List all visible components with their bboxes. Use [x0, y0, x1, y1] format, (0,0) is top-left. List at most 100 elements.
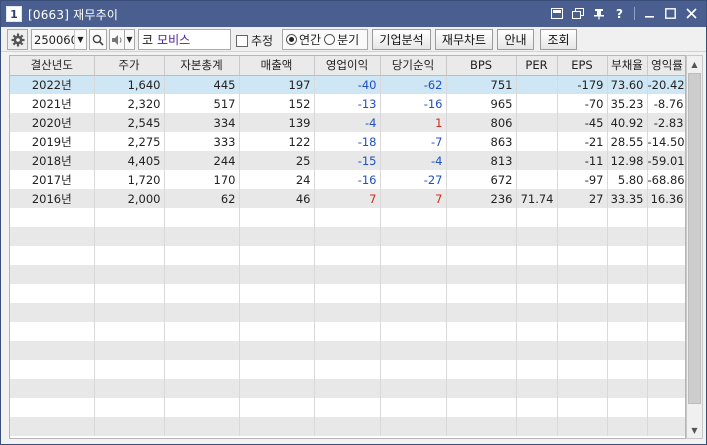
- maximize-icon[interactable]: [662, 5, 679, 22]
- table-cell: [516, 170, 558, 189]
- table-cell: 152: [239, 94, 315, 113]
- window-number-badge: 1: [6, 6, 22, 22]
- table-cell: [10, 398, 95, 417]
- title-bar[interactable]: 1 [0663] 재무추이 ?: [1, 1, 706, 27]
- col-header[interactable]: 주가: [94, 56, 165, 76]
- scroll-down-arrow-icon[interactable]: ▼: [687, 422, 702, 438]
- table-cell: -62: [380, 75, 447, 94]
- table-row[interactable]: [10, 265, 685, 284]
- table-cell: [557, 398, 608, 417]
- table-cell: [647, 322, 685, 341]
- table-cell: 4,405: [94, 151, 165, 170]
- col-header[interactable]: 매출액: [239, 56, 315, 76]
- estimate-checkbox[interactable]: [236, 34, 248, 47]
- table-cell: [516, 379, 558, 398]
- table-row[interactable]: [10, 360, 685, 379]
- table-row[interactable]: 2017년 1,720 170 24 -16 -27 672 -97 5.80 -68.86: [10, 170, 685, 189]
- table-cell: [516, 75, 558, 94]
- table-row[interactable]: [10, 208, 685, 227]
- financial-chart-button[interactable]: 재무차트: [435, 29, 493, 50]
- table-cell: [647, 303, 685, 322]
- table-row[interactable]: [10, 284, 685, 303]
- table-cell: [380, 398, 447, 417]
- table-cell: [557, 284, 608, 303]
- speaker-button[interactable]: [109, 29, 125, 50]
- vertical-scrollbar[interactable]: ▲ ▼: [686, 55, 703, 439]
- table-cell: -8.76: [647, 94, 685, 113]
- stock-code-input[interactable]: 250060: [31, 29, 78, 50]
- table-row[interactable]: [10, 417, 685, 436]
- col-header[interactable]: 결산년도: [10, 56, 95, 76]
- col-header[interactable]: PER: [516, 56, 558, 76]
- table-row[interactable]: [10, 246, 685, 265]
- table-row[interactable]: [10, 398, 685, 417]
- radio-quarter-label: 분기: [337, 33, 360, 47]
- query-button[interactable]: 조회: [540, 29, 577, 50]
- table-cell: [647, 265, 685, 284]
- table-cell: [516, 303, 558, 322]
- table-cell: 46: [239, 189, 315, 208]
- table-cell: [239, 341, 315, 360]
- col-header[interactable]: 당기순익: [380, 56, 447, 76]
- guide-button[interactable]: 안내: [497, 29, 534, 50]
- col-header[interactable]: BPS: [446, 56, 517, 76]
- help-icon[interactable]: ?: [611, 5, 628, 22]
- table-row[interactable]: [10, 379, 685, 398]
- table-cell: [557, 227, 608, 246]
- estimate-checkbox-wrap[interactable]: 추정: [236, 32, 273, 49]
- col-header[interactable]: 부채율: [607, 56, 648, 76]
- table-row[interactable]: 2018년 4,405 244 25 -15 -4 813 -11 12.98 -59.01: [10, 151, 685, 170]
- table-cell: [239, 227, 315, 246]
- table-cell: [94, 208, 165, 227]
- close-icon[interactable]: [683, 5, 700, 22]
- table-row[interactable]: 2022년 1,640 445 197 -40 -62 751 -179 73.60 -20.42: [10, 75, 685, 94]
- table-cell: [557, 360, 608, 379]
- col-header[interactable]: 영익률: [647, 56, 685, 76]
- minimize-icon[interactable]: [641, 5, 658, 22]
- table-row[interactable]: 2019년 2,275 333 122 -18 -7 863 -21 28.55 -14.50: [10, 132, 685, 151]
- window-title: [0663] 재무추이: [28, 7, 119, 22]
- table-cell: [239, 284, 315, 303]
- table-cell: [557, 322, 608, 341]
- table-cell: [380, 246, 447, 265]
- table-row[interactable]: 2020년 2,545 334 139 -4 1 806 -45 40.92 -2.83: [10, 113, 685, 132]
- col-header[interactable]: 자본총계: [164, 56, 240, 76]
- search-button[interactable]: [89, 29, 107, 50]
- table-cell: [446, 303, 517, 322]
- table-cell: [94, 284, 165, 303]
- table-cell: [94, 417, 165, 436]
- table-cell: [647, 208, 685, 227]
- table-cell: [164, 341, 240, 360]
- table-row[interactable]: [10, 341, 685, 360]
- radio-annual[interactable]: [286, 34, 297, 45]
- table-row[interactable]: [10, 303, 685, 322]
- table-cell: -21: [557, 132, 608, 151]
- table-cell: [380, 360, 447, 379]
- corporate-analysis-button[interactable]: 기업분석: [372, 29, 431, 50]
- table-cell: [647, 341, 685, 360]
- pin-icon[interactable]: [590, 5, 607, 22]
- col-header[interactable]: EPS: [557, 56, 608, 76]
- settings-button[interactable]: [7, 29, 28, 50]
- scroll-up-arrow-icon[interactable]: ▲: [687, 56, 702, 72]
- table-row[interactable]: [10, 227, 685, 246]
- table-cell: [446, 322, 517, 341]
- table-cell: [164, 227, 240, 246]
- table-cell: [380, 265, 447, 284]
- radio-quarter[interactable]: [324, 34, 336, 45]
- table-cell: 2020년: [10, 113, 95, 132]
- dropdown-arrow-icon[interactable]: ▼: [74, 29, 87, 50]
- stock-name-box[interactable]: 코 모비스: [138, 29, 231, 50]
- speaker-dropdown-arrow-icon[interactable]: ▼: [124, 29, 135, 50]
- scroll-thumb[interactable]: [688, 73, 701, 404]
- table-cell: 2019년: [10, 132, 95, 151]
- restore-icon[interactable]: [569, 5, 586, 22]
- table-cell: [446, 227, 517, 246]
- table-row[interactable]: 2016년 2,000 62 46 7 7 236 71.74 27 33.35 16.36: [10, 189, 685, 208]
- table-row[interactable]: [10, 322, 685, 341]
- table-cell: [446, 417, 517, 436]
- screen-icon[interactable]: [548, 5, 565, 22]
- table-cell: [647, 360, 685, 379]
- table-row[interactable]: 2021년 2,320 517 152 -13 -16 965 -70 35.23 -8.76: [10, 94, 685, 113]
- col-header[interactable]: 영업이익: [314, 56, 381, 76]
